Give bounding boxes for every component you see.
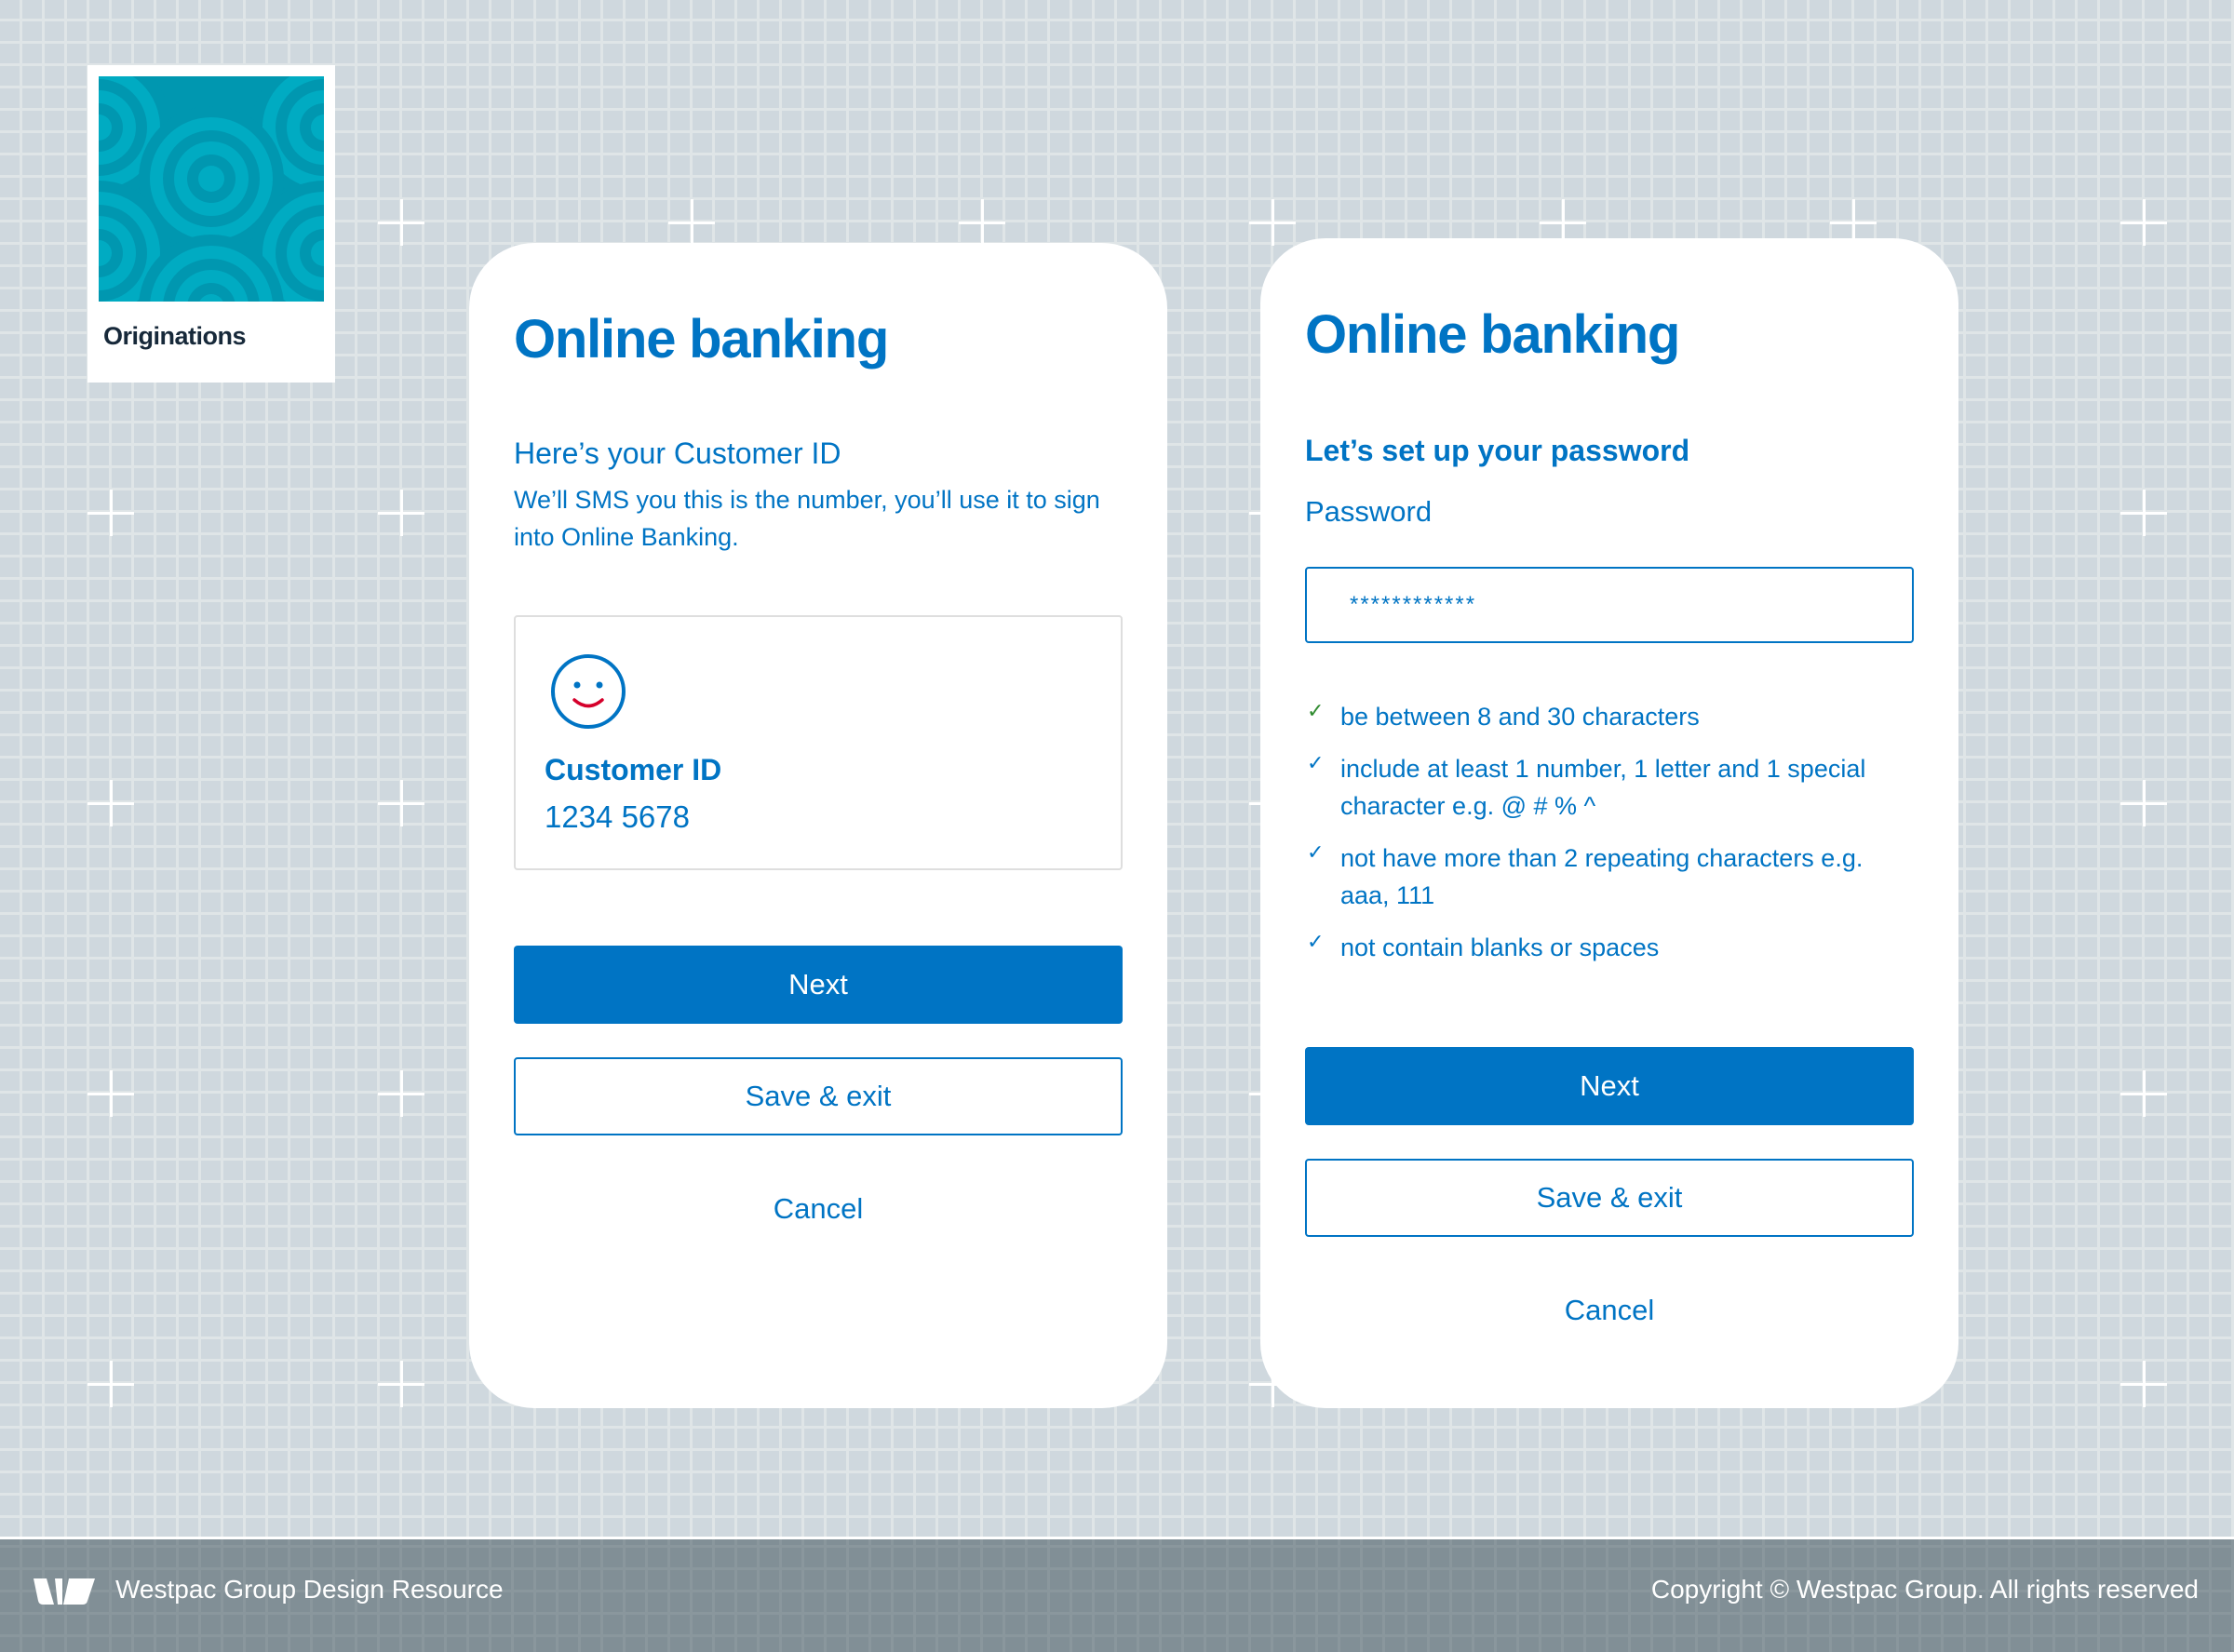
crosshair-mark: [378, 490, 424, 536]
page-title: Online banking: [1305, 304, 1680, 365]
customer-id-label: Customer ID: [545, 753, 722, 786]
seigaiha-pattern-icon: [99, 76, 324, 302]
next-button[interactable]: Next: [1305, 1047, 1914, 1125]
password-rule: ✓ include at least 1 number, 1 letter an…: [1305, 750, 1914, 825]
crosshair-mark: [87, 1070, 134, 1117]
crosshair-mark: [378, 1070, 424, 1117]
check-icon: ✓: [1307, 930, 1325, 953]
footer-brand-text: Westpac Group Design Resource: [115, 1575, 504, 1604]
crosshair-mark: [2120, 1361, 2167, 1407]
crosshair-mark: [378, 780, 424, 826]
save-exit-button[interactable]: Save & exit: [514, 1057, 1123, 1135]
crosshair-mark: [2120, 199, 2167, 246]
smiley-icon: [551, 654, 626, 729]
check-icon: ✓: [1307, 699, 1325, 722]
customer-id-card: Customer ID 1234 5678: [514, 615, 1123, 870]
crosshair-mark: [2120, 1070, 2167, 1117]
crosshair-mark: [2120, 490, 2167, 536]
check-icon: ✓: [1307, 751, 1325, 774]
save-exit-button[interactable]: Save & exit: [1305, 1159, 1914, 1237]
crosshair-mark: [959, 199, 1005, 246]
rule-text: not have more than 2 repeating character…: [1340, 844, 1864, 909]
password-rule: ✓ not contain blanks or spaces: [1305, 929, 1914, 966]
customer-id-screen: Online banking Here’s your Customer ID W…: [469, 243, 1167, 1408]
description-text: We’ll SMS you this is the number, you’ll…: [514, 486, 1100, 551]
rule-text: not contain blanks or spaces: [1340, 933, 1660, 961]
customer-id-value: 1234 5678: [545, 799, 690, 834]
footer: Westpac Group Design Resource Copyright …: [0, 1537, 2234, 1652]
password-rule: ✓ be between 8 and 30 characters: [1305, 698, 1914, 735]
password-input[interactable]: [1305, 567, 1914, 643]
footer-copyright: Copyright © Westpac Group. All rights re…: [1650, 1575, 2199, 1604]
section-heading: Here’s your Customer ID: [514, 437, 841, 470]
westpac-logo-icon: [34, 1578, 95, 1605]
tile-label: Originations: [103, 322, 247, 350]
password-rule: ✓ not have more than 2 repeating charact…: [1305, 839, 1914, 914]
crosshair-mark: [87, 1361, 134, 1407]
page-title: Online banking: [514, 309, 889, 369]
crosshair-mark: [87, 490, 134, 536]
check-icon: ✓: [1307, 840, 1325, 864]
crosshair-mark: [87, 780, 134, 826]
crosshair-mark: [668, 199, 715, 246]
password-label: Password: [1305, 495, 1433, 528]
next-button[interactable]: Next: [514, 946, 1123, 1024]
rule-text: include at least 1 number, 1 letter and …: [1340, 755, 1866, 820]
cancel-button[interactable]: Cancel: [1305, 1287, 1914, 1334]
section-heading: Let’s set up your password: [1305, 434, 1690, 467]
crosshair-mark: [2120, 780, 2167, 826]
crosshair-mark: [1249, 199, 1296, 246]
crosshair-mark: [378, 1361, 424, 1407]
cancel-button[interactable]: Cancel: [514, 1186, 1123, 1232]
wave-pattern-image: [99, 76, 324, 302]
rule-text: be between 8 and 30 characters: [1340, 703, 1700, 731]
crosshair-mark: [378, 199, 424, 246]
password-setup-screen: Online banking Let’s set up your passwor…: [1260, 238, 1958, 1408]
originations-tile: Originations: [87, 65, 335, 383]
password-rules-list: ✓ be between 8 and 30 characters ✓ inclu…: [1305, 698, 1914, 981]
